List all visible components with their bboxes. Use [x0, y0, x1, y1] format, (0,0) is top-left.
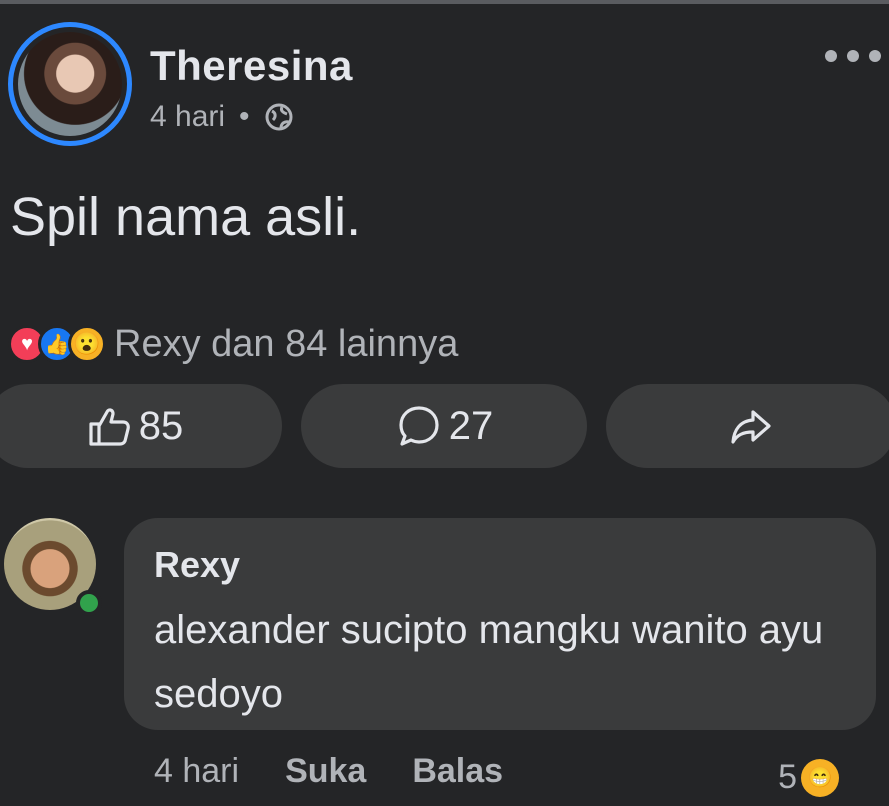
comment-reactions[interactable]: 5 😁: [778, 758, 839, 797]
like-button[interactable]: 85: [0, 384, 282, 468]
comment-like-button[interactable]: Suka: [285, 752, 366, 791]
like-count: 85: [138, 403, 184, 448]
meta-separator: •: [239, 100, 250, 133]
more-options-icon[interactable]: [825, 50, 881, 62]
comment-button[interactable]: 27: [301, 384, 587, 468]
post-meta: 4 hari •: [150, 100, 294, 134]
top-divider: [0, 0, 889, 4]
avatar-image: [18, 32, 122, 136]
comment-bubble[interactable]: Rexy alexander sucipto mangku wanito ayu…: [124, 518, 876, 730]
comment-author[interactable]: Rexy: [154, 544, 240, 586]
wow-icon: 😮: [68, 325, 106, 363]
comment-reaction-count: 5: [778, 758, 797, 796]
post-text: Spil nama asli.: [10, 187, 362, 247]
reactions-summary[interactable]: ♥ 👍 😮 Rexy dan 84 lainnya: [8, 320, 458, 368]
share-icon: [731, 410, 771, 444]
author-avatar[interactable]: [8, 22, 132, 146]
globe-icon: [265, 103, 293, 131]
comment-meta: 4 hari Suka Balas: [154, 752, 503, 791]
comment-time[interactable]: 4 hari: [154, 752, 239, 791]
reactions-text: Rexy dan 84 lainnya: [114, 322, 459, 365]
share-button[interactable]: [606, 384, 889, 468]
thumbs-up-icon: [89, 408, 130, 446]
comment-reply-button[interactable]: Balas: [412, 752, 503, 791]
comment-icon: [399, 406, 439, 446]
post-time[interactable]: 4 hari: [150, 100, 225, 134]
comment-text: alexander sucipto mangku wanito ayu sedo…: [154, 608, 824, 716]
online-status-dot: [76, 590, 102, 616]
author-name[interactable]: Theresina: [150, 42, 353, 90]
haha-icon: 😁: [801, 758, 839, 797]
comment-count: 27: [448, 403, 494, 448]
